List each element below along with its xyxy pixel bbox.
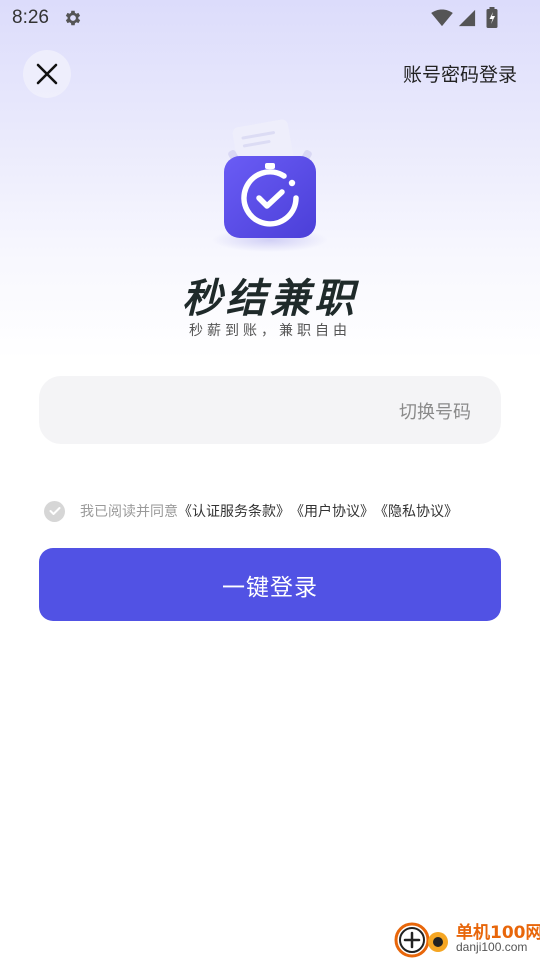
agreement-prefix: 我已阅读并同意 — [80, 504, 178, 520]
one-click-login-button[interactable]: 一键登录 — [39, 548, 501, 621]
app-slogan: 秒薪到账，兼职自由 — [189, 323, 351, 339]
app-logo — [200, 110, 340, 260]
stopwatch-check-icon — [212, 119, 328, 252]
close-button[interactable] — [23, 50, 71, 98]
watermark-url: danji100.com — [456, 940, 528, 954]
account-password-login-link[interactable]: 账号密码登录 — [403, 60, 517, 87]
watermark-logo-icon — [394, 922, 448, 958]
status-time: 8:26 — [12, 7, 49, 28]
terms-of-service-link[interactable]: 《认证服务条款》 — [178, 501, 290, 521]
gear-icon — [65, 10, 81, 26]
close-icon — [36, 63, 58, 85]
battery-charging-icon — [486, 7, 498, 28]
check-icon — [49, 507, 60, 515]
privacy-policy-link[interactable]: 《隐私协议》 — [374, 501, 458, 521]
status-bar: 8:26 — [0, 0, 540, 36]
switch-number-link[interactable]: 切换号码 — [399, 398, 471, 424]
app-title: 秒结兼职 — [182, 276, 358, 322]
wifi-icon — [431, 9, 453, 27]
agreement-row: 我已阅读并同意 《认证服务条款》 《用户协议》 《隐私协议》 — [44, 499, 458, 523]
signal-icon — [458, 9, 476, 27]
agreement-checkbox[interactable] — [44, 500, 65, 522]
user-agreement-link[interactable]: 《用户协议》 — [290, 501, 374, 521]
phone-number-field[interactable]: 切换号码 — [39, 376, 501, 444]
watermark: 单机100网 danji100.com — [390, 916, 540, 960]
